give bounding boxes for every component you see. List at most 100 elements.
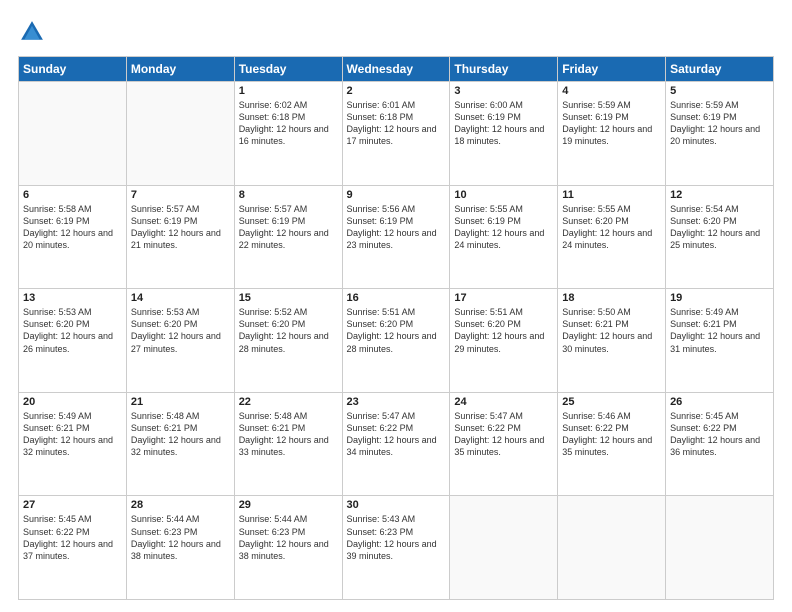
day-info: Sunrise: 5:49 AM Sunset: 6:21 PM Dayligh… — [670, 306, 769, 355]
day-header-friday: Friday — [558, 57, 666, 82]
calendar-cell: 22Sunrise: 5:48 AM Sunset: 6:21 PM Dayli… — [234, 392, 342, 496]
day-number: 7 — [131, 189, 230, 201]
day-info: Sunrise: 5:45 AM Sunset: 6:22 PM Dayligh… — [670, 410, 769, 459]
calendar-cell — [126, 82, 234, 186]
day-info: Sunrise: 5:52 AM Sunset: 6:20 PM Dayligh… — [239, 306, 338, 355]
day-info: Sunrise: 5:48 AM Sunset: 6:21 PM Dayligh… — [131, 410, 230, 459]
day-number: 11 — [562, 189, 661, 201]
day-number: 13 — [23, 292, 122, 304]
day-info: Sunrise: 5:44 AM Sunset: 6:23 PM Dayligh… — [131, 513, 230, 562]
day-info: Sunrise: 5:53 AM Sunset: 6:20 PM Dayligh… — [23, 306, 122, 355]
day-number: 21 — [131, 396, 230, 408]
calendar-cell — [558, 496, 666, 600]
calendar-cell: 15 Sunrise: 5:52 AM Sunset: 6:20 PM Dayli… — [234, 289, 342, 393]
calendar-week-4: 20 Sunrise: 5:49 AM Sunset: 6:21 PM Dayli… — [19, 392, 774, 496]
calendar-cell: 30 Sunrise: 5:43 AM Sunset: 6:23 PM Dayli… — [342, 496, 450, 600]
calendar-cell: 26 Sunrise: 5:45 AM Sunset: 6:22 PM Dayli… — [666, 392, 774, 496]
calendar-cell: 9 Sunrise: 5:56 AM Sunset: 6:19 PM Daylig… — [342, 185, 450, 289]
day-header-saturday: Saturday — [666, 57, 774, 82]
day-info: Sunrise: 5:50 AM Sunset: 6:21 PM Dayligh… — [562, 306, 661, 355]
day-info: Sunrise: 6:01 AM Sunset: 6:18 PM Dayligh… — [347, 99, 446, 148]
day-number: 2 — [347, 85, 446, 97]
calendar-cell: 12Sunrise: 5:54 AM Sunset: 6:20 PM Dayli… — [666, 185, 774, 289]
day-header-monday: Monday — [126, 57, 234, 82]
day-info: Sunrise: 5:51 AM Sunset: 6:20 PM Dayligh… — [454, 306, 553, 355]
calendar-week-2: 6Sunrise: 5:58 AM Sunset: 6:19 PM Daylig… — [19, 185, 774, 289]
calendar-cell — [666, 496, 774, 600]
day-info: Sunrise: 5:55 AM Sunset: 6:20 PM Dayligh… — [562, 203, 661, 252]
calendar-cell: 10 Sunrise: 5:55 AM Sunset: 6:19 PM Dayli… — [450, 185, 558, 289]
calendar-cell: 20 Sunrise: 5:49 AM Sunset: 6:21 PM Dayli… — [19, 392, 127, 496]
day-number: 25 — [562, 396, 661, 408]
calendar-table: SundayMondayTuesdayWednesdayThursdayFrid… — [18, 56, 774, 600]
day-info: Sunrise: 5:57 AM Sunset: 6:19 PM Dayligh… — [131, 203, 230, 252]
calendar-cell: 19Sunrise: 5:49 AM Sunset: 6:21 PM Dayli… — [666, 289, 774, 393]
day-number: 12 — [670, 189, 769, 201]
day-info: Sunrise: 5:44 AM Sunset: 6:23 PM Dayligh… — [239, 513, 338, 562]
calendar-cell: 14 Sunrise: 5:53 AM Sunset: 6:20 PM Dayli… — [126, 289, 234, 393]
day-number: 30 — [347, 499, 446, 511]
day-number: 14 — [131, 292, 230, 304]
day-number: 8 — [239, 189, 338, 201]
day-info: Sunrise: 5:59 AM Sunset: 6:19 PM Dayligh… — [670, 99, 769, 148]
day-number: 9 — [347, 189, 446, 201]
day-number: 20 — [23, 396, 122, 408]
calendar-week-5: 27Sunrise: 5:45 AM Sunset: 6:22 PM Dayli… — [19, 496, 774, 600]
calendar-cell: 5Sunrise: 5:59 AM Sunset: 6:19 PM Daylig… — [666, 82, 774, 186]
page: SundayMondayTuesdayWednesdayThursdayFrid… — [0, 0, 792, 612]
calendar-week-3: 13 Sunrise: 5:53 AM Sunset: 6:20 PM Dayli… — [19, 289, 774, 393]
calendar-cell: 21 Sunrise: 5:48 AM Sunset: 6:21 PM Dayli… — [126, 392, 234, 496]
day-number: 4 — [562, 85, 661, 97]
calendar-cell: 2 Sunrise: 6:01 AM Sunset: 6:18 PM Daylig… — [342, 82, 450, 186]
calendar-cell: 17 Sunrise: 5:51 AM Sunset: 6:20 PM Dayli… — [450, 289, 558, 393]
day-info: Sunrise: 6:00 AM Sunset: 6:19 PM Dayligh… — [454, 99, 553, 148]
day-info: Sunrise: 5:56 AM Sunset: 6:19 PM Dayligh… — [347, 203, 446, 252]
day-info: Sunrise: 5:49 AM Sunset: 6:21 PM Dayligh… — [23, 410, 122, 459]
day-header-tuesday: Tuesday — [234, 57, 342, 82]
day-number: 29 — [239, 499, 338, 511]
logo-icon — [18, 18, 46, 46]
calendar-cell: 6Sunrise: 5:58 AM Sunset: 6:19 PM Daylig… — [19, 185, 127, 289]
calendar-cell: 24 Sunrise: 5:47 AM Sunset: 6:22 PM Dayli… — [450, 392, 558, 496]
day-number: 6 — [23, 189, 122, 201]
day-number: 16 — [347, 292, 446, 304]
day-info: Sunrise: 5:47 AM Sunset: 6:22 PM Dayligh… — [454, 410, 553, 459]
calendar-cell: 27Sunrise: 5:45 AM Sunset: 6:22 PM Dayli… — [19, 496, 127, 600]
calendar-cell: 11 Sunrise: 5:55 AM Sunset: 6:20 PM Dayli… — [558, 185, 666, 289]
day-number: 1 — [239, 85, 338, 97]
day-info: Sunrise: 5:51 AM Sunset: 6:20 PM Dayligh… — [347, 306, 446, 355]
day-info: Sunrise: 5:46 AM Sunset: 6:22 PM Dayligh… — [562, 410, 661, 459]
calendar-week-1: 1 Sunrise: 6:02 AM Sunset: 6:18 PM Daylig… — [19, 82, 774, 186]
calendar-cell: 4 Sunrise: 5:59 AM Sunset: 6:19 PM Daylig… — [558, 82, 666, 186]
logo — [18, 18, 50, 46]
day-info: Sunrise: 6:02 AM Sunset: 6:18 PM Dayligh… — [239, 99, 338, 148]
calendar-cell: 13 Sunrise: 5:53 AM Sunset: 6:20 PM Dayli… — [19, 289, 127, 393]
calendar-header-row: SundayMondayTuesdayWednesdayThursdayFrid… — [19, 57, 774, 82]
calendar-cell: 8Sunrise: 5:57 AM Sunset: 6:19 PM Daylig… — [234, 185, 342, 289]
day-number: 28 — [131, 499, 230, 511]
day-number: 18 — [562, 292, 661, 304]
day-header-wednesday: Wednesday — [342, 57, 450, 82]
calendar-cell: 18 Sunrise: 5:50 AM Sunset: 6:21 PM Dayli… — [558, 289, 666, 393]
day-info: Sunrise: 5:55 AM Sunset: 6:19 PM Dayligh… — [454, 203, 553, 252]
day-info: Sunrise: 5:47 AM Sunset: 6:22 PM Dayligh… — [347, 410, 446, 459]
day-header-sunday: Sunday — [19, 57, 127, 82]
calendar-cell: 16 Sunrise: 5:51 AM Sunset: 6:20 PM Dayli… — [342, 289, 450, 393]
day-number: 24 — [454, 396, 553, 408]
day-number: 26 — [670, 396, 769, 408]
day-number: 3 — [454, 85, 553, 97]
day-number: 22 — [239, 396, 338, 408]
day-number: 17 — [454, 292, 553, 304]
calendar-cell: 28 Sunrise: 5:44 AM Sunset: 6:23 PM Dayli… — [126, 496, 234, 600]
day-number: 10 — [454, 189, 553, 201]
calendar-cell: 23Sunrise: 5:47 AM Sunset: 6:22 PM Dayli… — [342, 392, 450, 496]
calendar-cell: 3 Sunrise: 6:00 AM Sunset: 6:19 PM Daylig… — [450, 82, 558, 186]
day-info: Sunrise: 5:45 AM Sunset: 6:22 PM Dayligh… — [23, 513, 122, 562]
day-info: Sunrise: 5:43 AM Sunset: 6:23 PM Dayligh… — [347, 513, 446, 562]
day-info: Sunrise: 5:59 AM Sunset: 6:19 PM Dayligh… — [562, 99, 661, 148]
day-number: 15 — [239, 292, 338, 304]
day-header-thursday: Thursday — [450, 57, 558, 82]
day-info: Sunrise: 5:53 AM Sunset: 6:20 PM Dayligh… — [131, 306, 230, 355]
header — [18, 18, 774, 46]
calendar-cell — [450, 496, 558, 600]
